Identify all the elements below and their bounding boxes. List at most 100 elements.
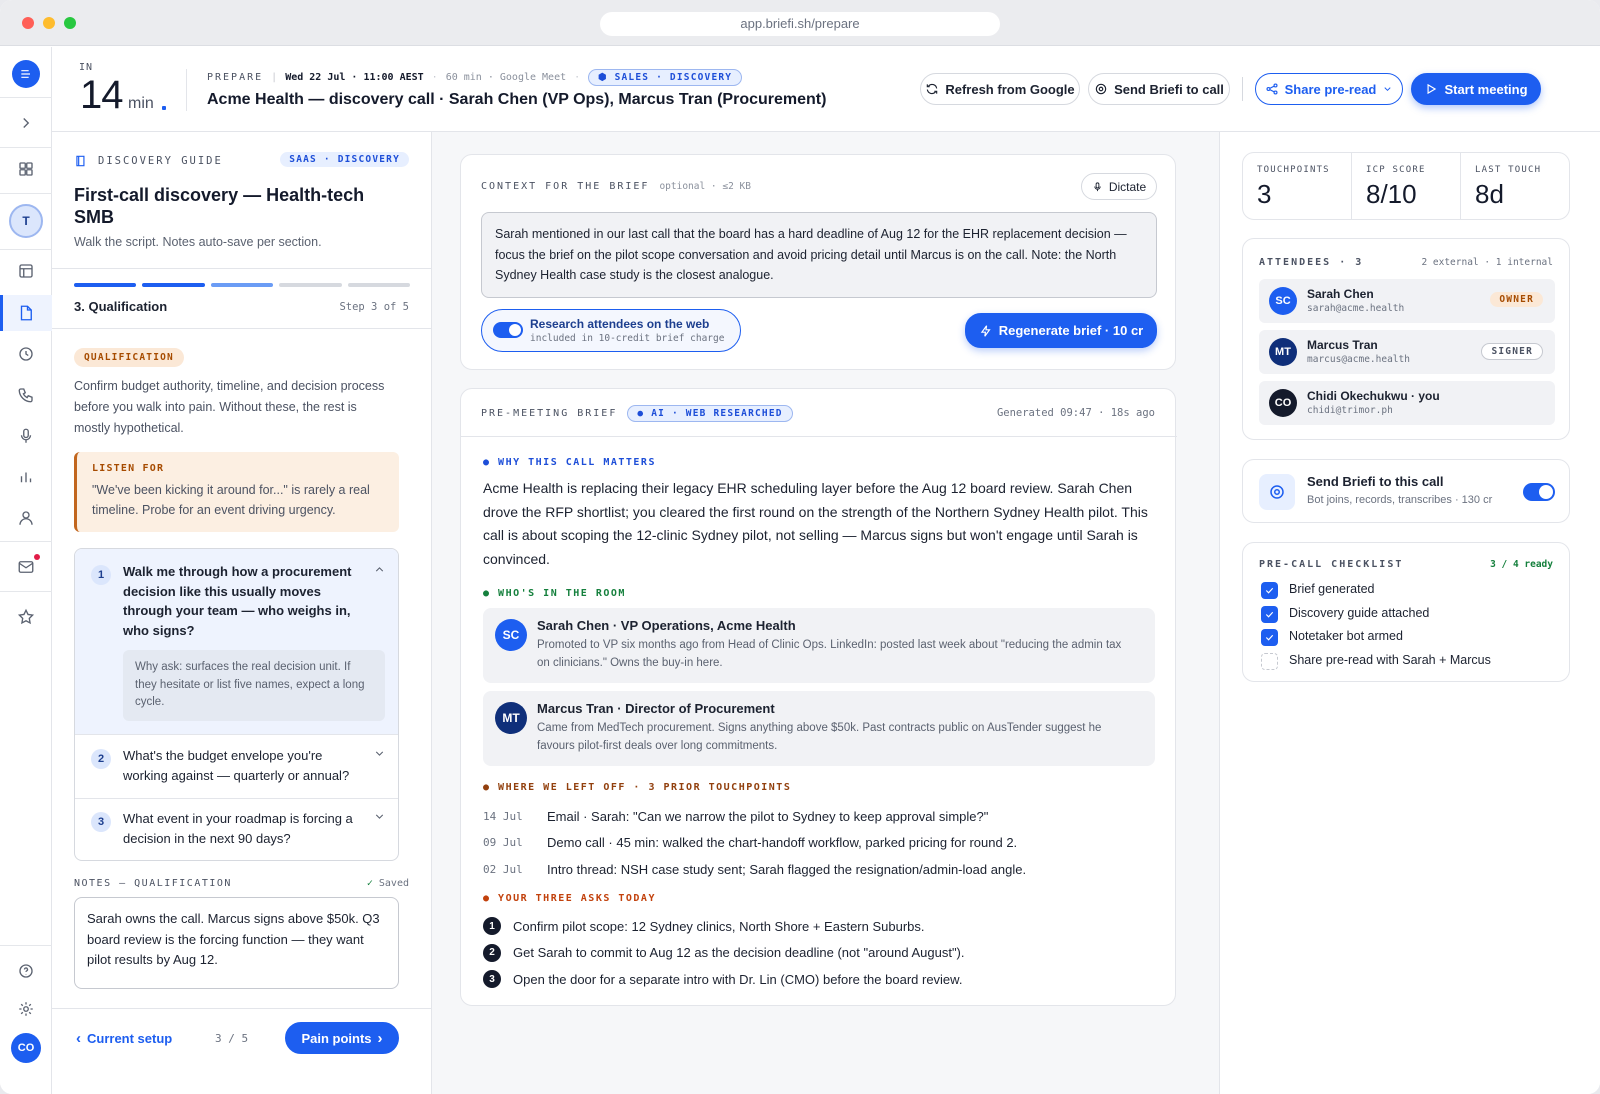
- checkbox[interactable]: [1261, 652, 1278, 670]
- attendee-email: chidi@trimor.ph: [1307, 405, 1393, 416]
- section-tag: QUALIFICATION: [74, 348, 184, 367]
- avatar: SC: [1269, 287, 1297, 315]
- briefi-logo-icon[interactable]: [12, 60, 40, 88]
- research-switch[interactable]: [493, 322, 523, 338]
- checklist-text: Notetaker bot armed: [1289, 629, 1403, 643]
- context-textarea[interactable]: Sarah mentioned in our last call that th…: [481, 212, 1157, 298]
- chevron-down-icon[interactable]: [373, 810, 386, 823]
- question-text: Walk me through how a procurement decisi…: [123, 564, 352, 638]
- stat-value: 3: [1257, 179, 1272, 209]
- send-briefi-button[interactable]: Send Briefi to call: [1088, 73, 1230, 105]
- user-avatar[interactable]: CO: [11, 1033, 41, 1063]
- layout-icon[interactable]: [14, 259, 38, 283]
- stat-icp-score: ICP SCORE 8/10: [1351, 153, 1460, 219]
- workspace-avatar[interactable]: T: [9, 204, 43, 238]
- progress-segment: [279, 283, 342, 287]
- zoom-window-button[interactable]: [64, 17, 76, 29]
- meeting-header: IN 14 min PREPARE | Wed 22 Jul · 11:00 A…: [52, 47, 1600, 132]
- research-toggle[interactable]: Research attendees on the web included i…: [481, 309, 741, 352]
- progress-segment: [142, 283, 205, 287]
- attendee-email: sarah@acme.health: [1307, 303, 1405, 314]
- help-icon[interactable]: [14, 959, 38, 983]
- countdown-prefix: IN: [79, 62, 94, 73]
- back-button[interactable]: ‹ Current setup: [76, 1030, 172, 1047]
- chevron-down-icon[interactable]: [373, 747, 386, 760]
- touchpoint-row: 14 Jul Email · Sarah: "Can we narrow the …: [483, 803, 1155, 830]
- avatar: SC: [495, 619, 527, 651]
- document-icon[interactable]: [14, 301, 38, 325]
- checkbox[interactable]: [1261, 629, 1278, 646]
- brief-tag: ● AI · WEB RESEARCHED: [627, 405, 793, 422]
- checklist-item[interactable]: Discovery guide attached: [1243, 603, 1571, 627]
- why-ask-note: Why ask: surfaces the real decision unit…: [123, 650, 385, 721]
- touchpoint-text: Demo call · 45 min: walked the chart-han…: [547, 835, 1018, 851]
- attendee-role-badge: OWNER: [1490, 292, 1543, 307]
- regenerate-brief-button[interactable]: Regenerate brief · 10 cr: [965, 313, 1157, 348]
- attendee-name: Marcus Tran: [1307, 338, 1378, 352]
- star-icon[interactable]: [14, 605, 38, 629]
- why-heading: ● WHY THIS CALL MATTERS: [483, 457, 656, 468]
- people-list: SC Sarah Chen · VP Operations, Acme Healt…: [483, 608, 1155, 774]
- bot-toggle[interactable]: [1523, 483, 1555, 501]
- checklist-item[interactable]: Share pre-read with Sarah + Marcus: [1243, 650, 1571, 674]
- live-indicator: [162, 106, 166, 110]
- countdown-unit: min: [128, 95, 154, 112]
- close-window-button[interactable]: [22, 17, 34, 29]
- question-text: What event in your roadmap is forcing a …: [123, 811, 353, 846]
- step-progress: [74, 283, 411, 287]
- next-step-button[interactable]: Pain points ›: [285, 1022, 399, 1054]
- ask-text: Get Sarah to commit to Aug 12 as the dec…: [513, 945, 965, 961]
- discovery-guide-panel: DISCOVERY GUIDE SAAS · DISCOVERY First-c…: [52, 132, 432, 1094]
- bot-card: Send Briefi to this call Bot joins, reco…: [1242, 459, 1570, 523]
- attendees-summary: 2 external · 1 internal: [1421, 257, 1553, 268]
- context-label: CONTEXT FOR THE BRIEF: [481, 181, 650, 192]
- microphone-icon[interactable]: [14, 424, 38, 448]
- book-icon: [76, 155, 85, 167]
- settings-gear-icon[interactable]: [14, 997, 38, 1021]
- person-description: Promoted to VP six months ago from Head …: [537, 639, 1122, 669]
- phone-icon[interactable]: [14, 383, 38, 407]
- touchpoint-date: 09 Jul: [483, 836, 523, 850]
- checklist-item[interactable]: Brief generated: [1243, 579, 1571, 603]
- notes-saved-status: ✓ Saved: [366, 878, 409, 889]
- clock-icon[interactable]: [14, 342, 38, 366]
- contacts-icon[interactable]: [14, 506, 38, 530]
- meeting-sidebar: TOUCHPOINTS 3 ICP SCORE 8/10 LAST TOUCH 8d AT…: [1220, 132, 1600, 1094]
- ask-row: 3 Open the door for a separate intro with…: [483, 966, 1155, 993]
- context-hint: optional · ≤2 KB: [659, 181, 751, 192]
- question-item-2[interactable]: 2 What's the budget envelope you're work…: [75, 735, 398, 799]
- attendee-row[interactable]: CO Chidi Okechukwu · you chidi@trimor.ph: [1259, 381, 1555, 425]
- refresh-icon: [927, 83, 938, 95]
- checkbox[interactable]: [1261, 605, 1278, 623]
- share-pre-read-button[interactable]: Share pre-read: [1255, 73, 1403, 105]
- chevron-up-icon[interactable]: [373, 563, 386, 576]
- question-text: What's the budget envelope you're workin…: [123, 748, 350, 783]
- dictate-button[interactable]: Dictate: [1081, 173, 1157, 200]
- dashboard-icon[interactable]: [14, 157, 38, 181]
- analytics-icon[interactable]: [14, 465, 38, 489]
- attendee-row[interactable]: MT Marcus Tran marcus@acme.health SIGNER: [1259, 330, 1555, 374]
- progress-segment: [210, 283, 274, 287]
- context-card: CONTEXT FOR THE BRIEF optional · ≤2 KB D…: [460, 154, 1176, 370]
- notes-textarea[interactable]: Sarah owns the call. Marcus signs above …: [74, 897, 399, 989]
- person-description: Came from MedTech procurement. Signs any…: [537, 722, 1102, 752]
- person-card: MT Marcus Tran · Director of Procurement C…: [483, 691, 1155, 766]
- ask-number: 2: [483, 943, 501, 962]
- guide-title: First-call discovery — Health-tech SMB: [74, 185, 365, 227]
- start-meeting-button[interactable]: Start meeting: [1411, 73, 1541, 105]
- minimize-window-button[interactable]: [43, 17, 55, 29]
- person-name: Sarah Chen · VP Operations, Acme Health: [537, 618, 796, 633]
- stat-label: LAST TOUCH: [1475, 165, 1542, 175]
- refresh-from-google-button[interactable]: Refresh from Google: [920, 73, 1080, 105]
- question-item-3[interactable]: 3 What event in your roadmap is forcing …: [75, 799, 398, 860]
- notes-label: NOTES — QUALIFICATION: [74, 878, 232, 889]
- listen-text: "We've been kicking it around for..." is…: [92, 483, 370, 517]
- attendee-row[interactable]: SC Sarah Chen sarah@acme.health OWNER: [1259, 279, 1555, 323]
- checklist-item[interactable]: Notetaker bot armed: [1243, 626, 1571, 650]
- checkbox[interactable]: [1261, 582, 1278, 599]
- ask-text: Confirm pilot scope: 12 Sydney clinics, …: [513, 918, 925, 934]
- lightning-icon: [980, 324, 991, 337]
- question-item-1[interactable]: 1 Walk me through how a procurement deci…: [75, 549, 398, 735]
- expand-rail-icon[interactable]: [14, 111, 38, 135]
- url-bar[interactable]: app.briefi.sh/prepare: [600, 12, 1000, 36]
